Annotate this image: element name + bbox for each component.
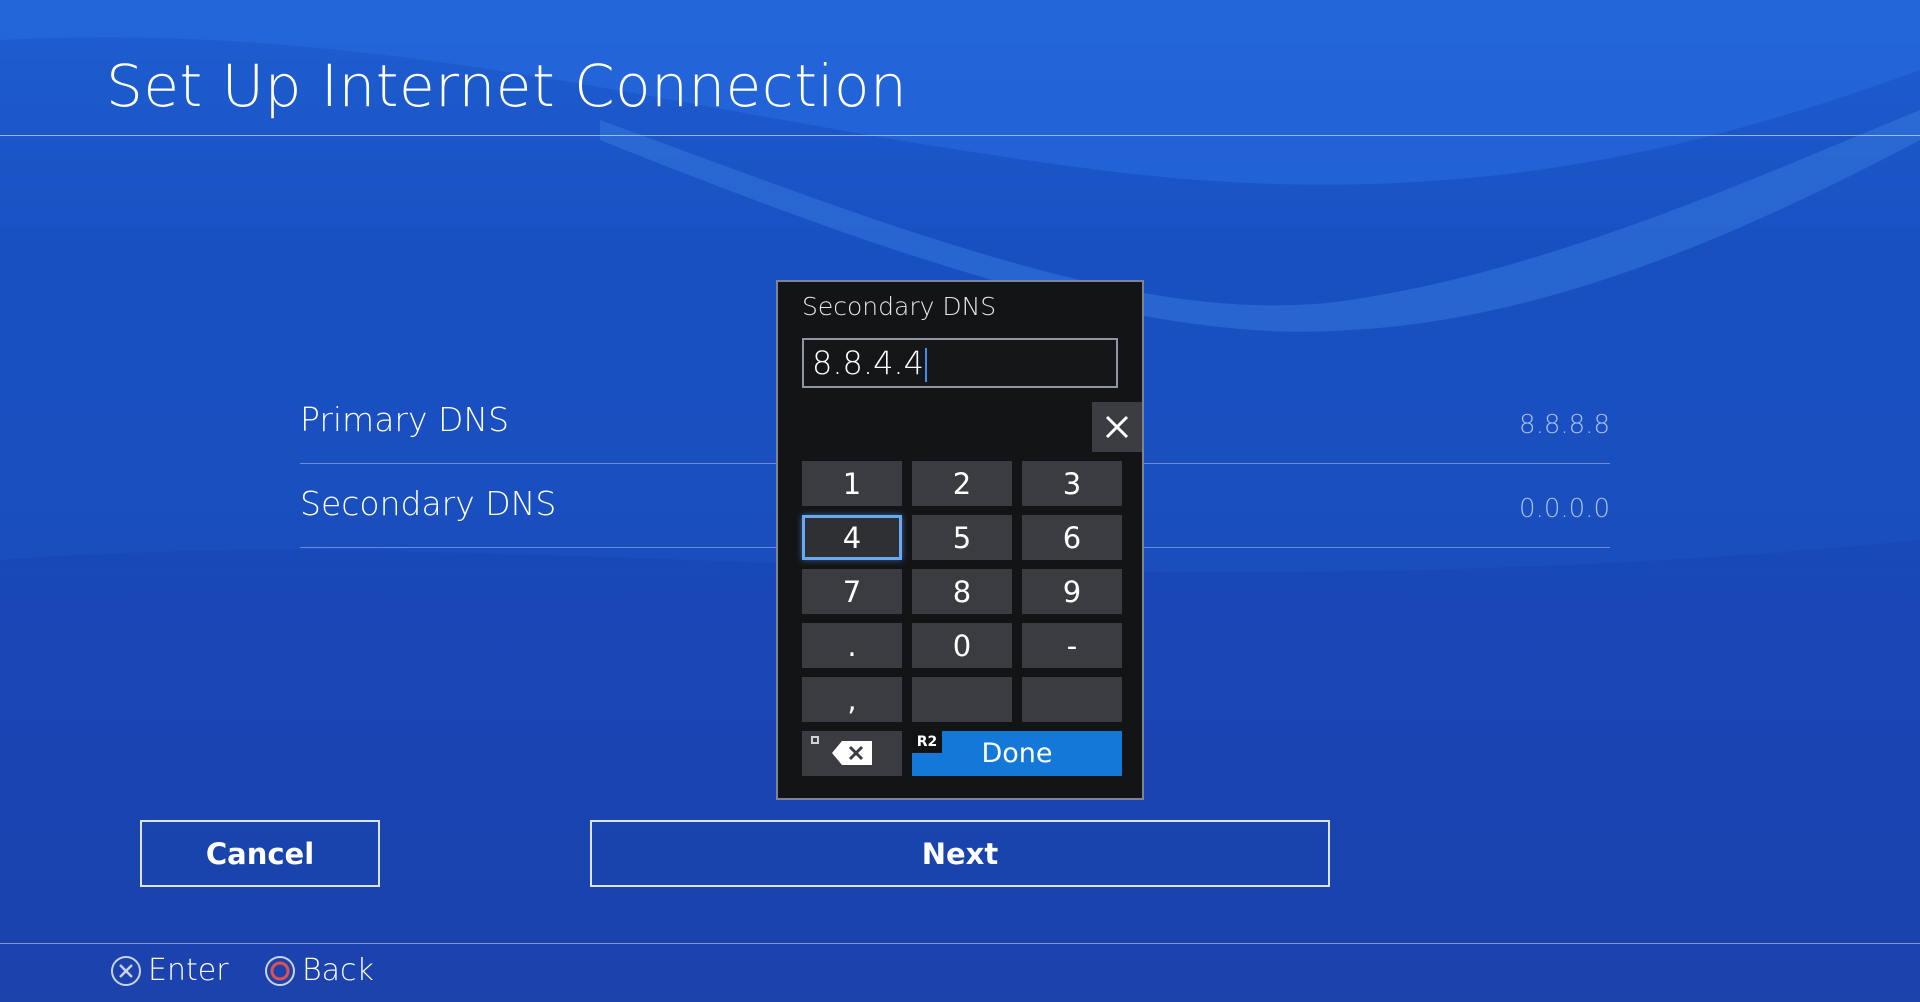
key-0[interactable]: 0	[912, 623, 1012, 668]
key-7[interactable]: 7	[802, 569, 902, 614]
setting-value: 0.0.0.0	[1519, 494, 1610, 524]
key-9[interactable]: 9	[1022, 569, 1122, 614]
dns-input-field[interactable]: 8.8.4.4	[802, 338, 1118, 388]
cross-button-icon	[111, 955, 141, 986]
dns-input-value: 8.8.4.4	[812, 344, 924, 382]
key-blank[interactable]	[912, 677, 1012, 722]
done-button[interactable]: R2 Done	[912, 731, 1122, 776]
done-label: Done	[981, 738, 1053, 769]
key-period[interactable]: .	[802, 623, 902, 668]
key-8[interactable]: 8	[912, 569, 1012, 614]
hint-back-label: Back	[302, 953, 374, 988]
page-title: Set Up Internet Connection	[106, 52, 908, 120]
square-button-icon	[811, 736, 819, 744]
close-icon	[1105, 415, 1129, 439]
hint-back: Back	[264, 953, 374, 988]
footer-divider	[0, 943, 1920, 944]
key-4[interactable]: 4	[802, 515, 902, 560]
backspace-icon	[832, 741, 872, 765]
numeric-keypad-dialog: Secondary DNS 8.8.4.4 1 2 3 4 5 6 7 8 9 …	[776, 280, 1144, 800]
hint-enter-label: Enter	[148, 953, 229, 988]
key-blank[interactable]	[1022, 677, 1122, 722]
hint-enter: Enter	[110, 953, 229, 988]
title-divider	[0, 135, 1920, 136]
clear-input-button[interactable]	[1092, 402, 1142, 452]
key-hyphen[interactable]: -	[1022, 623, 1122, 668]
key-1[interactable]: 1	[802, 461, 902, 506]
text-cursor	[924, 348, 927, 382]
key-comma[interactable]: ,	[802, 677, 902, 722]
next-button[interactable]: Next	[590, 820, 1330, 887]
key-3[interactable]: 3	[1022, 461, 1122, 506]
cancel-button[interactable]: Cancel	[140, 820, 380, 887]
setting-value: 8.8.8.8	[1519, 410, 1610, 440]
key-2[interactable]: 2	[912, 461, 1012, 506]
backspace-key[interactable]	[802, 731, 902, 776]
circle-button-icon	[265, 955, 295, 986]
setting-label: Secondary DNS	[300, 484, 557, 523]
key-5[interactable]: 5	[912, 515, 1012, 560]
key-6[interactable]: 6	[1022, 515, 1122, 560]
keypad-title: Secondary DNS	[802, 292, 997, 321]
setting-label: Primary DNS	[300, 400, 510, 439]
r2-shortcut-badge: R2	[912, 731, 942, 753]
